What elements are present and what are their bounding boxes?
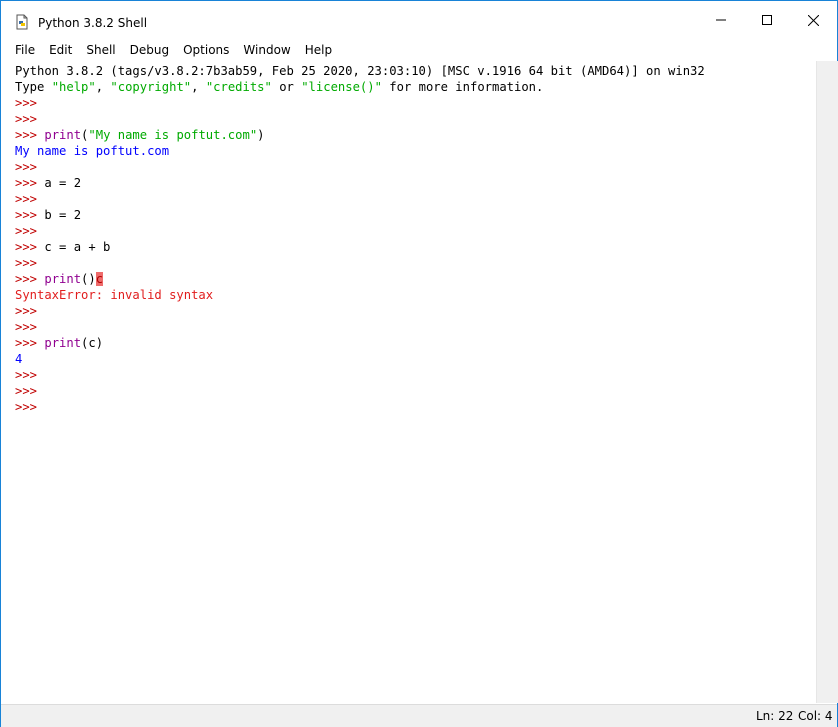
prompt: >>> — [15, 128, 38, 142]
prompt: >>> — [15, 96, 38, 110]
code-text: c = a + b — [44, 240, 111, 254]
banner-string: "help" — [51, 80, 96, 94]
banner-text: or — [271, 80, 302, 94]
prompt-line: >>> — [15, 303, 37, 319]
input-line: >>> b = 2 — [15, 207, 81, 223]
menu-help[interactable]: Help — [298, 40, 339, 60]
idle-shell-window: Python 3.8.2 Shell File Edit Shell Debug… — [0, 0, 838, 727]
close-icon — [807, 14, 819, 26]
prompt: >>> — [15, 256, 38, 270]
prompt-line: >>> — [15, 255, 37, 271]
prompt: >>> — [15, 240, 38, 254]
minimize-button[interactable] — [698, 1, 744, 39]
prompt: >>> — [15, 208, 38, 222]
banner-string: "copyright" — [110, 80, 192, 94]
builtin-keyword: print — [44, 272, 82, 286]
output-line: 4 — [15, 352, 23, 366]
menu-window[interactable]: Window — [236, 40, 297, 60]
prompt: >>> — [15, 192, 38, 206]
status-bar: Ln: 22 Col: 4 — [1, 704, 837, 727]
input-line: >>> print("My name is poftut.com") — [15, 127, 265, 143]
close-button[interactable] — [790, 1, 836, 39]
prompt: >>> — [15, 368, 38, 382]
column-number-status: Col: 4 — [798, 709, 833, 723]
banner-text: , — [95, 80, 111, 94]
prompt-line: >>> — [15, 95, 37, 111]
banner-text: , — [191, 80, 206, 94]
input-line: >>> a = 2 — [15, 175, 81, 191]
code-text: (c) — [81, 336, 104, 350]
prompt-line: >>> — [15, 399, 37, 415]
menu-file[interactable]: File — [1, 40, 42, 60]
prompt: >>> — [15, 304, 38, 318]
menu-options[interactable]: Options — [176, 40, 236, 60]
menu-shell[interactable]: Shell — [79, 40, 122, 60]
banner-string: "license()" — [301, 80, 382, 94]
menu-debug[interactable]: Debug — [123, 40, 176, 60]
code-text: b = 2 — [44, 208, 82, 222]
code-text: a = 2 — [44, 176, 82, 190]
error-line: SyntaxError: invalid syntax — [15, 288, 214, 302]
prompt: >>> — [15, 224, 38, 238]
prompt: >>> — [15, 336, 38, 350]
banner-line: Python 3.8.2 (tags/v3.8.2:7b3ab59, Feb 2… — [15, 64, 705, 78]
banner-string: "credits" — [205, 80, 272, 94]
input-line: >>> print(c) — [15, 335, 103, 351]
prompt: >>> — [15, 320, 38, 334]
syntax-error-highlight: c — [95, 272, 104, 286]
prompt-line: >>> — [15, 191, 37, 207]
code-text: ) — [257, 128, 265, 142]
prompt: >>> — [15, 160, 38, 174]
code-text: () — [81, 272, 96, 286]
prompt-line: >>> — [15, 319, 37, 335]
prompt: >>> — [15, 112, 38, 126]
maximize-button[interactable] — [744, 1, 790, 39]
banner-text: Type — [15, 80, 52, 94]
prompt-line: >>> — [15, 367, 37, 383]
string-literal: "My name is poftut.com" — [88, 128, 258, 142]
minimize-icon — [716, 19, 726, 21]
prompt: >>> — [15, 272, 38, 286]
prompt: >>> — [15, 384, 38, 398]
builtin-keyword: print — [44, 336, 82, 350]
vertical-scrollbar[interactable] — [816, 61, 838, 703]
python-file-icon — [14, 14, 30, 30]
prompt-line: >>> — [15, 383, 37, 399]
prompt: >>> — [15, 176, 38, 190]
input-line: >>> print()c — [15, 271, 104, 287]
input-line: >>> c = a + b — [15, 239, 110, 255]
title-bar[interactable]: Python 3.8.2 Shell — [1, 1, 837, 39]
builtin-keyword: print — [44, 128, 82, 142]
prompt-line: >>> — [15, 223, 37, 239]
prompt-line: >>> — [15, 111, 37, 127]
output-line: My name is poftut.com — [15, 144, 170, 158]
line-number-status: Ln: 22 — [756, 709, 794, 723]
banner-text: for more information. — [381, 80, 544, 94]
menu-bar: File Edit Shell Debug Options Window Hel… — [1, 39, 837, 61]
prompt: >>> — [15, 400, 38, 414]
menu-edit[interactable]: Edit — [42, 40, 79, 60]
prompt-line: >>> — [15, 159, 37, 175]
window-title: Python 3.8.2 Shell — [38, 16, 148, 30]
shell-text-area[interactable]: Python 3.8.2 (tags/v3.8.2:7b3ab59, Feb 2… — [5, 61, 815, 703]
banner-line: Type "help", "copyright", "credits" or "… — [15, 79, 543, 95]
maximize-icon — [762, 15, 772, 25]
